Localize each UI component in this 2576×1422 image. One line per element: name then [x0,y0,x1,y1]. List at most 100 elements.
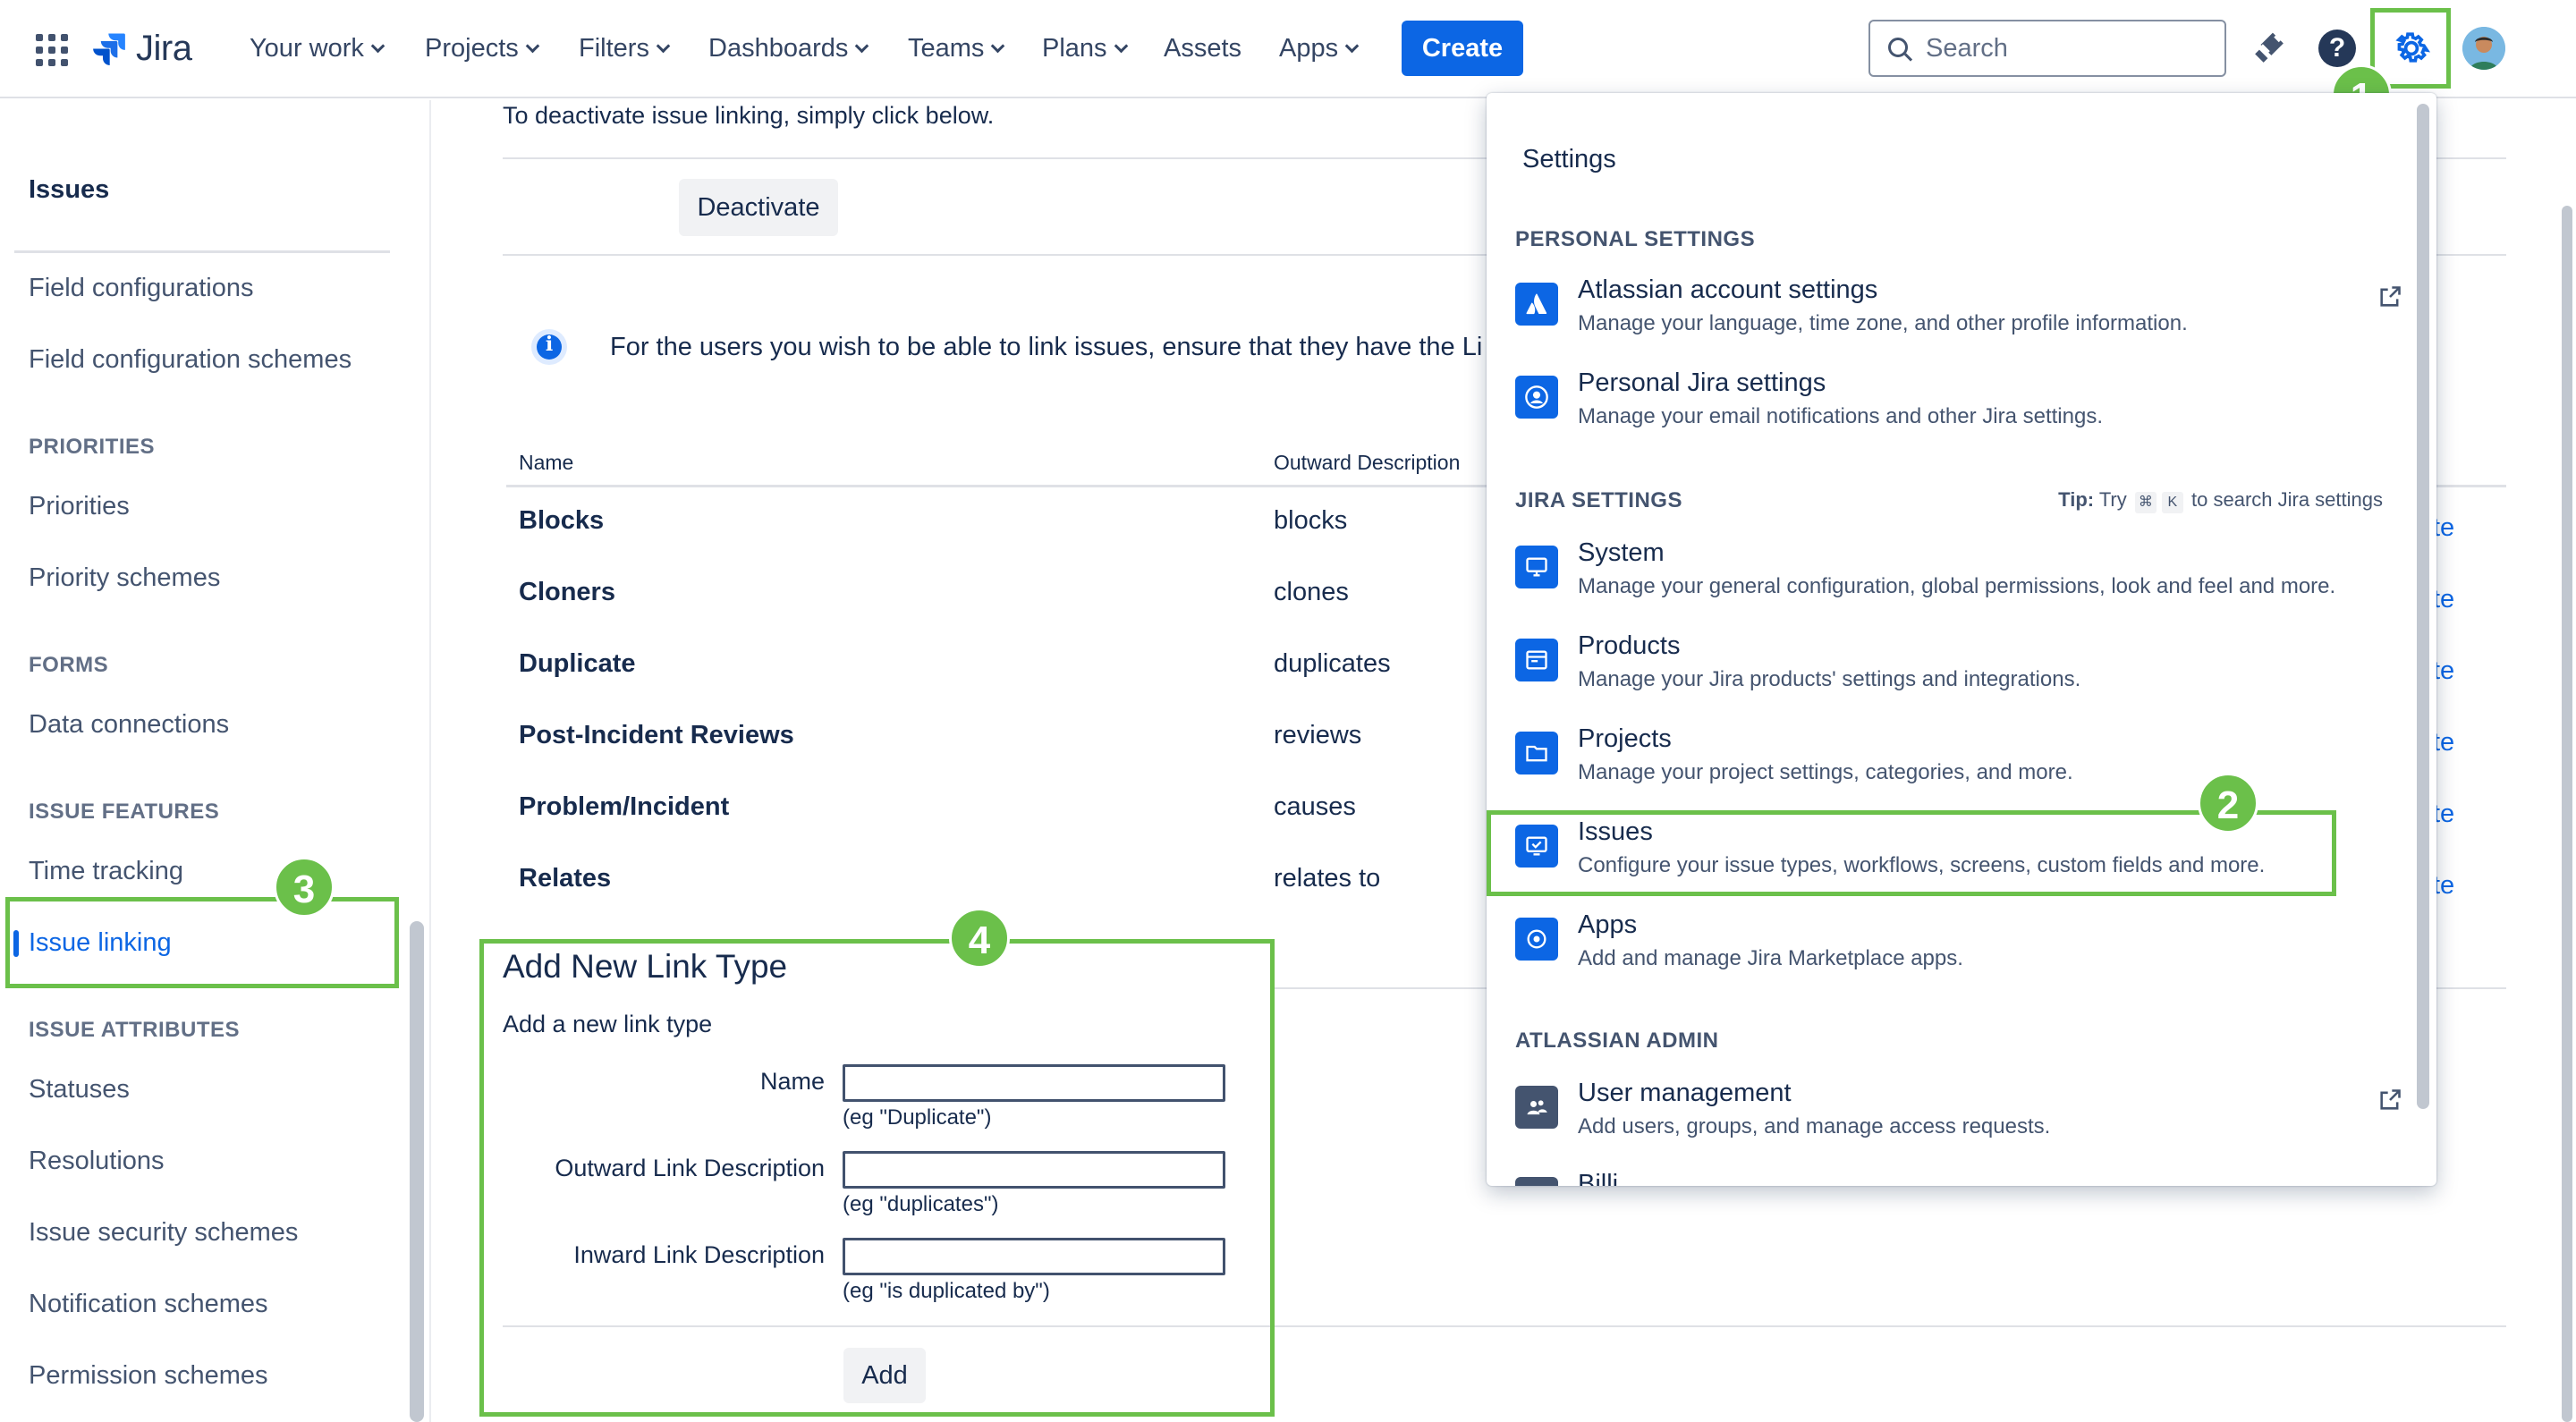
app-switcher-icon[interactable] [36,34,68,66]
nav-dashboards[interactable]: Dashboards [708,30,869,66]
table-row-name: Relates [519,864,612,893]
tip-text: to search Jira settings [2191,488,2383,511]
sidebar-heading-issue-features: ISSUE FEATURES [29,800,220,824]
dropdown-scrollbar[interactable] [2417,104,2429,1109]
table-row-outward: duplicates [1274,649,1391,678]
jira-logo-icon [93,33,125,65]
nav-plans[interactable]: Plans [1042,30,1128,66]
nav-teams[interactable]: Teams [908,30,1005,66]
table-row-name: Post-Incident Reviews [519,721,794,749]
sidebar-heading-forms: FORMS [29,653,109,677]
external-link-icon [2380,1089,2401,1110]
menu-item-personal-jira-settings[interactable]: Personal Jira settings Manage your email… [1513,365,2408,451]
notifications-icon[interactable] [2252,30,2286,66]
avatar[interactable] [2462,27,2505,70]
table-row-outward: blocks [1274,506,1348,535]
logo-text: Jira [136,28,192,68]
sidebar-item-statuses[interactable]: Statuses [29,1075,130,1105]
search-input[interactable]: Search [1868,20,2226,77]
sidebar-item-field-configurations[interactable]: Field configurations [29,274,253,303]
help-icon[interactable]: ? [2318,30,2356,67]
add-link-type-highlight [479,939,1275,1417]
external-link-icon [2380,286,2401,307]
menu-item-products[interactable]: Products Manage your Jira products' sett… [1513,628,2408,714]
divider [14,250,390,253]
menu-item-label: Products [1578,631,1681,660]
table-row-name: Duplicate [519,649,636,678]
page-scrollbar[interactable] [2562,206,2572,1422]
column-header-name: Name [519,451,574,474]
sidebar-item-resolutions[interactable]: Resolutions [29,1147,165,1176]
menu-item-label: System [1578,538,1665,567]
menu-item-atlassian-account-settings[interactable]: Atlassian account settings Manage your l… [1513,272,2408,358]
chevron-down-icon [656,38,671,54]
column-header-outward: Outward Description [1274,451,1461,474]
sidebar-heading-issue-attributes: ISSUE ATTRIBUTES [29,1018,241,1042]
nav-filters[interactable]: Filters [579,30,671,66]
heading-jira-settings: JIRA SETTINGS [1515,488,1682,512]
menu-item-label: Projects [1578,724,1672,753]
menu-item-description: Manage your language, time zone, and oth… [1578,311,2188,335]
nav-projects[interactable]: Projects [425,30,540,66]
avatar-icon [2462,27,2505,70]
people-icon [1515,1086,1558,1129]
sidebar-heading-priorities: PRIORITIES [29,435,156,459]
sidebar-item-data-connections[interactable]: Data connections [29,710,229,740]
sidebar-item-field-configuration-schemes[interactable]: Field configuration schemes [29,345,352,375]
table-row-name: Problem/Incident [519,792,730,821]
table-row-name: Blocks [519,506,605,535]
sidebar-item-permission-schemes[interactable]: Permission schemes [29,1361,268,1391]
search-tip: Tip: Try ⌘ K to search Jira settings [2058,488,2383,513]
tip-label: Tip: [2058,488,2095,511]
user-icon [1515,376,1558,419]
search-icon [1888,38,1908,57]
menu-item-description: Manage your Jira products' settings and … [1578,667,2081,691]
menu-item-label: Atlassian account settings [1578,275,1878,304]
heading-atlassian-admin: ATLASSIAN ADMIN [1515,1028,1719,1053]
billing-icon [1515,1177,1558,1186]
create-button[interactable]: Create [1402,21,1523,76]
nav-assets[interactable]: Assets [1164,30,1241,66]
command-key-icon: ⌘ [2134,492,2157,513]
sidebar-scrollbar[interactable] [410,921,424,1422]
menu-item-apps[interactable]: Apps Add and manage Jira Marketplace app… [1513,907,2408,993]
sidebar-title: Issues [29,175,110,204]
step-badge-3: 3 [274,857,335,918]
menu-item-projects[interactable]: Projects Manage your project settings, c… [1513,721,2408,807]
jira-logo[interactable]: Jira [89,27,192,70]
sidebar-item-priority-schemes[interactable]: Priority schemes [29,563,220,593]
deactivate-button[interactable]: Deactivate [679,179,838,236]
info-icon: i [531,329,567,365]
menu-item-user-management[interactable]: User management Add users, groups, and m… [1513,1075,2408,1161]
menu-item-description: Add and manage Jira Marketplace apps. [1578,946,1963,970]
chevron-down-icon [855,38,869,54]
chevron-down-icon [991,38,1005,54]
info-message: For the users you wish to be able to lin… [610,333,1483,361]
chevron-down-icon [370,38,386,54]
nav-your-work[interactable]: Your work [250,30,386,66]
gear-icon[interactable] [2392,29,2431,68]
sidebar-item-priorities[interactable]: Priorities [29,492,130,521]
menu-item-description: Add users, groups, and manage access req… [1578,1114,2051,1138]
menu-item-label: Apps [1578,910,1638,939]
table-row-name: Cloners [519,578,615,606]
table-row-outward: clones [1274,578,1349,606]
settings-dropdown: Settings PERSONAL SETTINGS Atlassian acc… [1487,93,2436,1186]
deactivate-text: To deactivate issue linking, simply clic… [503,102,995,129]
tip-try: Try [2098,488,2127,511]
nav-apps[interactable]: Apps [1279,30,1360,66]
issue-linking-highlight [5,897,399,988]
step-badge-4: 4 [949,908,1010,969]
chevron-down-icon [1344,38,1360,54]
sidebar-item-issue-security-schemes[interactable]: Issue security schemes [29,1218,298,1248]
table-row-outward: causes [1274,792,1356,821]
window-icon [1515,639,1558,681]
menu-item-description: Manage your email notifications and othe… [1578,404,2103,428]
menu-item-billing[interactable]: Billi [1513,1166,2408,1186]
menu-item-label: Personal Jira settings [1578,368,1826,397]
menu-item-label: Billi [1578,1170,1619,1186]
menu-item-system[interactable]: System Manage your general configuration… [1513,535,2408,621]
sidebar-item-time-tracking[interactable]: Time tracking [29,857,183,886]
search-placeholder: Search [1926,34,2008,63]
sidebar-item-notification-schemes[interactable]: Notification schemes [29,1290,268,1319]
